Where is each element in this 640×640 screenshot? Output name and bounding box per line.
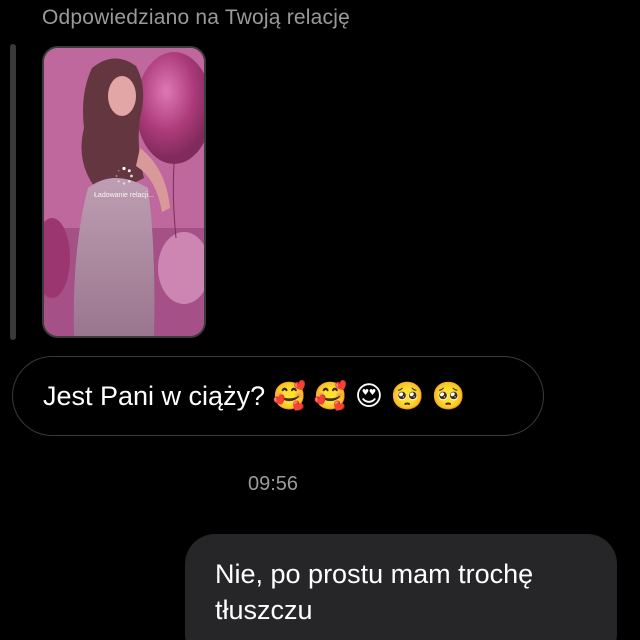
reply-context-label: Odpowiedziano na Twoją relację: [42, 6, 350, 29]
outgoing-message-bubble[interactable]: Nie, po prostu mam trochę tłuszczu: [185, 534, 617, 640]
incoming-message-bubble[interactable]: Jest Pani w ciąży? 🥰 🥰 😍 🥺 🥺: [12, 356, 544, 436]
story-thumbnail[interactable]: Ładowanie relacji...: [42, 46, 206, 338]
outgoing-message-text: Nie, po prostu mam trochę tłuszczu: [215, 559, 534, 625]
story-loading-overlay: Ładowanie relacji...: [44, 166, 204, 199]
reply-indicator-bar: [10, 44, 16, 340]
loading-spinner-icon: [115, 166, 133, 185]
message-timestamp: 09:56: [247, 473, 299, 495]
story-loading-text: Ładowanie relacji...: [94, 192, 154, 199]
incoming-message-text: Jest Pani w ciąży? 🥰 🥰 😍 🥺 🥺: [43, 381, 466, 411]
chat-screen: Odpowiedziano na Twoją relację Ładowanie…: [0, 0, 640, 640]
